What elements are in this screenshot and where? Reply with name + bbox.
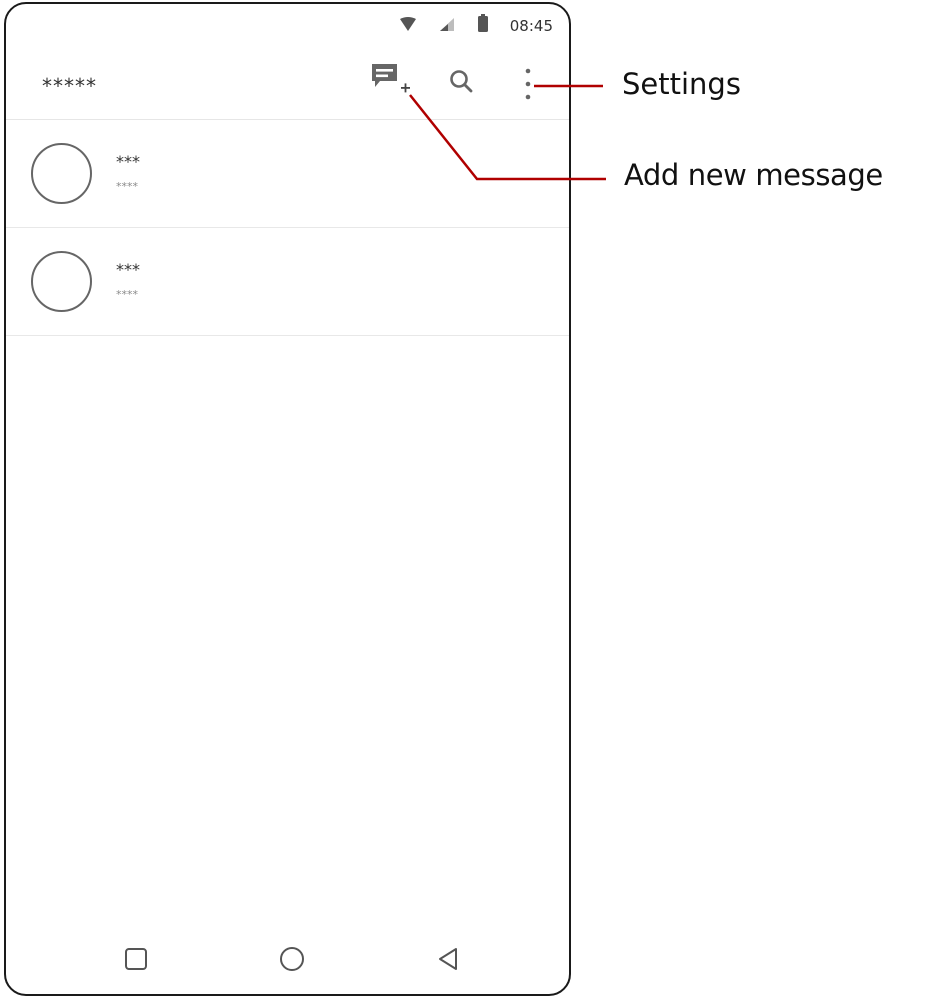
wifi-icon <box>400 17 416 31</box>
contact-avatar <box>31 143 92 204</box>
conversation-list: *** **** *** **** <box>6 120 569 336</box>
conversation-name: *** <box>116 152 140 171</box>
navigation-bar <box>6 926 569 994</box>
app-bar: ***** <box>6 44 569 120</box>
conversation-item[interactable]: *** **** <box>6 120 569 228</box>
new-message-icon[interactable] <box>370 62 412 102</box>
overflow-menu-icon[interactable] <box>523 68 533 100</box>
page: 08:45 ***** *** **** *** **** Settings A… <box>0 0 948 1000</box>
back-triangle-icon[interactable] <box>436 946 462 972</box>
add-new-message-callout-label: Add new message <box>624 158 883 192</box>
search-icon[interactable] <box>448 68 476 96</box>
settings-callout-label: Settings <box>622 67 741 101</box>
home-circle-icon[interactable] <box>278 946 306 974</box>
conversation-preview: **** <box>116 288 138 301</box>
contact-avatar <box>31 251 92 312</box>
recents-square-icon[interactable] <box>123 946 149 972</box>
conversation-name: *** <box>116 260 140 279</box>
status-time: 08:45 <box>509 17 553 35</box>
conversation-preview: **** <box>116 180 138 193</box>
phone-frame: 08:45 ***** *** **** *** **** <box>4 2 571 996</box>
app-title: ***** <box>42 74 97 98</box>
battery-icon <box>478 14 488 32</box>
conversation-item[interactable]: *** **** <box>6 228 569 336</box>
signal-icon <box>440 18 454 31</box>
status-bar: 08:45 <box>6 4 569 44</box>
